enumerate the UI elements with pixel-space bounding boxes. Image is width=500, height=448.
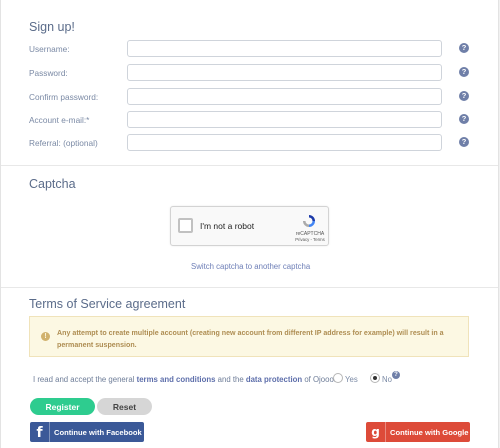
help-icon[interactable]: ? <box>459 43 469 53</box>
email-row: Account e-mail:* ? <box>29 111 474 131</box>
data-protection-link[interactable]: data protection <box>246 375 302 384</box>
username-input[interactable] <box>127 40 442 57</box>
facebook-label: Continue with Facebook <box>54 428 142 437</box>
recaptcha-widget: I'm not a robot reCAPTCHA Privacy - Term… <box>170 206 329 246</box>
tos-accept-text: I read and accept the general terms and … <box>33 375 336 384</box>
password-label: Password: <box>29 68 68 78</box>
google-icon: g <box>366 422 386 442</box>
help-icon[interactable]: ? <box>459 67 469 77</box>
tos-yes-radio[interactable] <box>333 373 343 383</box>
referral-input[interactable] <box>127 134 442 151</box>
confirm-password-label: Confirm password: <box>29 92 99 102</box>
warning-icon: ! <box>41 332 50 341</box>
tos-suffix: of Ojooo. <box>304 375 336 384</box>
help-icon[interactable]: ? <box>392 371 400 379</box>
password-row: Password: ? <box>29 64 474 84</box>
help-icon[interactable]: ? <box>459 91 469 101</box>
tos-title: Terms of Service agreement <box>29 297 186 311</box>
email-label: Account e-mail:* <box>29 115 90 125</box>
referral-row: Referral: (optional) ? <box>29 134 474 154</box>
tos-yes-label: Yes <box>345 375 358 384</box>
register-button[interactable]: Register <box>30 398 95 415</box>
reset-button[interactable]: Reset <box>97 398 152 415</box>
warning-text: Any attempt to create multiple account (… <box>57 329 444 349</box>
username-label: Username: <box>29 44 70 54</box>
password-input[interactable] <box>127 64 442 81</box>
section-divider <box>1 165 498 166</box>
confirm-password-row: Confirm password: ? <box>29 88 474 108</box>
recaptcha-label: I'm not a robot <box>200 221 255 231</box>
help-icon[interactable]: ? <box>459 137 469 147</box>
username-row: Username: ? <box>29 40 474 60</box>
recaptcha-terms[interactable]: Privacy - Terms <box>293 237 327 242</box>
confirm-password-input[interactable] <box>127 88 442 105</box>
help-icon[interactable]: ? <box>459 114 469 124</box>
signup-title: Sign up! <box>29 20 75 34</box>
google-label: Continue with Google <box>390 428 469 437</box>
facebook-icon: f <box>30 422 50 442</box>
tos-no-radio[interactable] <box>370 373 380 383</box>
recaptcha-logo-icon <box>303 215 315 227</box>
tos-prefix: I read and accept the general <box>33 375 135 384</box>
google-login-button[interactable]: g Continue with Google <box>366 422 470 442</box>
terms-link[interactable]: terms and conditions <box>137 375 216 384</box>
referral-label: Referral: (optional) <box>29 138 98 148</box>
warning-alert: ! Any attempt to create multiple account… <box>29 316 469 357</box>
recaptcha-checkbox[interactable] <box>178 218 193 233</box>
tos-no-label: No <box>382 375 392 384</box>
tos-middle: and the <box>217 375 244 384</box>
switch-captcha-link[interactable]: Switch captcha to another captcha <box>191 262 310 271</box>
section-divider <box>1 287 498 288</box>
signup-page: Sign up! Username: ? Password: ? Confirm… <box>0 0 499 448</box>
email-input[interactable] <box>127 111 442 128</box>
captcha-title: Captcha <box>29 177 76 191</box>
facebook-login-button[interactable]: f Continue with Facebook <box>30 422 144 442</box>
